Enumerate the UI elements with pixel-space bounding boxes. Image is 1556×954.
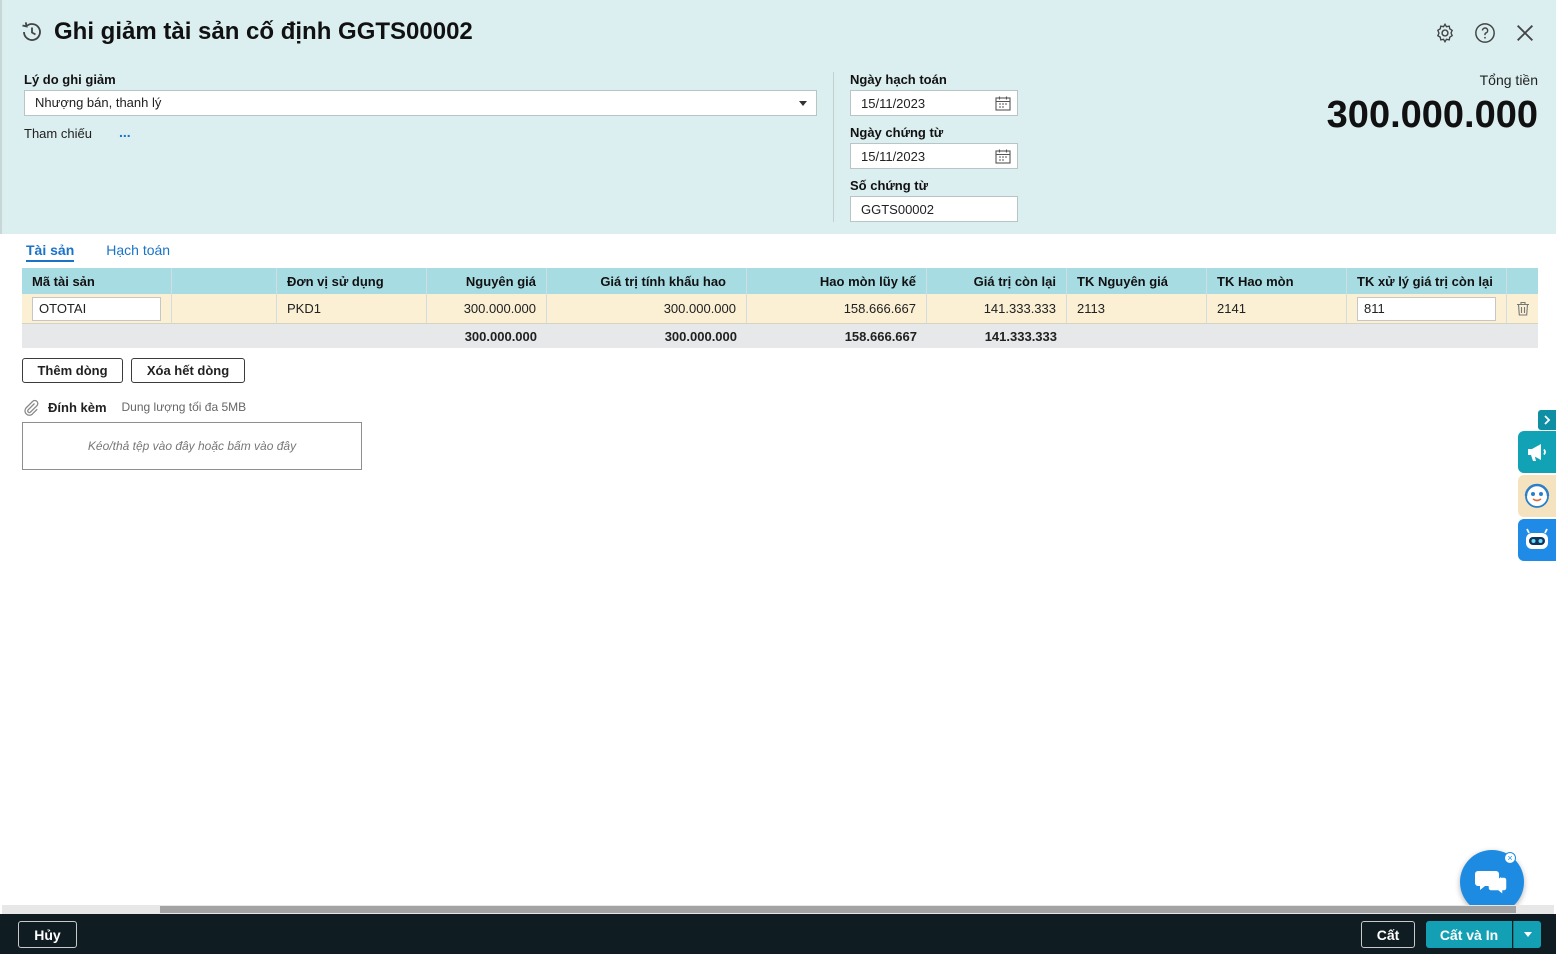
attachment-hint: Dung lượng tối đa 5MB bbox=[121, 400, 247, 414]
total-spacer bbox=[22, 324, 427, 348]
accumulated-depreciation-cell[interactable]: 158.666.667 bbox=[747, 294, 927, 323]
scrollbar-thumb[interactable] bbox=[160, 906, 1516, 913]
column-header[interactable]: TK Nguyên giá bbox=[1067, 268, 1207, 294]
column-header[interactable]: Giá trị tính khấu hao bbox=[547, 268, 747, 294]
chat-close-icon[interactable]: × bbox=[1504, 852, 1516, 864]
horizontal-scrollbar[interactable] bbox=[2, 905, 1554, 914]
total-original-cost: 300.000.000 bbox=[464, 328, 537, 344]
column-header[interactable]: Mã tài sản bbox=[22, 268, 172, 294]
total-label: Tổng tiền bbox=[1479, 72, 1538, 88]
tab-accounting[interactable]: Hạch toán bbox=[106, 242, 170, 262]
assistant-avatar-icon bbox=[1524, 483, 1550, 508]
depreciation-account-cell[interactable]: 2141 bbox=[1207, 294, 1347, 323]
attachment-label: Đính kèm bbox=[48, 399, 107, 415]
chevron-right-icon bbox=[1544, 415, 1551, 425]
megaphone-icon bbox=[1528, 444, 1546, 461]
grid-header-row: Mã tài sản Đơn vị sử dụng Nguyên giá Giá… bbox=[22, 268, 1538, 294]
voucher-no-field[interactable]: GGTS00002 bbox=[850, 196, 1018, 222]
depreciable-value-cell[interactable]: 300.000.000 bbox=[547, 294, 747, 323]
chevron-down-icon bbox=[1523, 932, 1532, 937]
title-row: Ghi giảm tài sản cố định GGTS00002 bbox=[20, 18, 473, 46]
posting-date-value: 15/11/2023 bbox=[861, 96, 926, 111]
voucher-date-field[interactable]: 15/11/2023 bbox=[850, 143, 1018, 169]
column-header[interactable] bbox=[172, 268, 277, 294]
trash-icon[interactable] bbox=[1516, 301, 1530, 316]
posting-date-field[interactable]: 15/11/2023 bbox=[850, 90, 1018, 116]
asset-code-cell: OTOTAI bbox=[22, 294, 172, 323]
remaining-account-cell: 811 bbox=[1347, 294, 1507, 323]
total-remaining-value: 141.333.333 bbox=[984, 328, 1057, 344]
gear-icon[interactable] bbox=[1434, 22, 1456, 44]
chevron-down-icon[interactable] bbox=[799, 101, 807, 106]
column-header[interactable]: Giá trị còn lại bbox=[927, 268, 1067, 294]
history-icon[interactable] bbox=[20, 20, 44, 44]
asset-grid: Mã tài sản Đơn vị sử dụng Nguyên giá Giá… bbox=[22, 268, 1538, 348]
remaining-account-input[interactable]: 811 bbox=[1357, 296, 1496, 321]
reason-value: Nhượng bán, thanh lý bbox=[35, 95, 162, 110]
reference-label: Tham chiếu bbox=[24, 126, 92, 141]
help-icon[interactable] bbox=[1474, 22, 1496, 44]
column-header[interactable]: TK xử lý giá trị còn lại bbox=[1347, 268, 1507, 294]
paperclip-icon bbox=[24, 399, 39, 416]
voucher-no-value: GGTS00002 bbox=[861, 202, 934, 217]
posting-date-label: Ngày hạch toán bbox=[850, 72, 947, 87]
chat-icon bbox=[1475, 871, 1508, 897]
save-options-button[interactable] bbox=[1513, 921, 1541, 948]
reference-more-link[interactable]: ... bbox=[119, 124, 131, 140]
attachment-dropzone[interactable]: Kéo/thả tệp vào đây hoặc bấm vào đây bbox=[22, 422, 362, 470]
cost-account-cell[interactable]: 2113 bbox=[1067, 294, 1207, 323]
form-header: Ghi giảm tài sản cố định GGTS00002 Lý do… bbox=[0, 0, 1556, 234]
calendar-icon[interactable] bbox=[995, 96, 1011, 111]
voucher-date-value: 15/11/2023 bbox=[861, 149, 926, 164]
table-row[interactable]: OTOTAI PKD1 300.000.000 300.000.000 158.… bbox=[22, 294, 1538, 324]
close-icon[interactable] bbox=[1514, 22, 1536, 44]
column-header[interactable]: Nguyên giá bbox=[427, 268, 547, 294]
grid-total-row: 300.000.000 300.000.000 158.666.667 141.… bbox=[22, 324, 1538, 348]
support-assistant-button[interactable] bbox=[1518, 475, 1556, 517]
column-header-actions bbox=[1507, 268, 1538, 294]
ai-bot-button[interactable] bbox=[1518, 519, 1556, 561]
total-accumulated-depreciation: 158.666.667 bbox=[844, 328, 917, 344]
voucher-no-label: Số chứng từ bbox=[850, 178, 929, 193]
reason-select[interactable]: Nhượng bán, thanh lý bbox=[24, 90, 817, 116]
footer-bar: Hủy Cất Cất và In bbox=[0, 914, 1556, 954]
tab-bar: Tài sản Hạch toán bbox=[26, 242, 170, 262]
vertical-divider bbox=[833, 72, 834, 222]
column-header[interactable]: TK Hao mòn bbox=[1207, 268, 1347, 294]
original-cost-cell[interactable]: 300.000.000 bbox=[427, 294, 547, 323]
column-header[interactable]: Hao mòn lũy kế bbox=[747, 268, 927, 294]
reason-label: Lý do ghi giảm bbox=[24, 72, 116, 87]
department-cell[interactable]: PKD1 bbox=[277, 294, 427, 323]
row-actions bbox=[1507, 294, 1538, 323]
clear-rows-button[interactable]: Xóa hết dòng bbox=[131, 358, 245, 383]
attachment-row: Đính kèm Dung lượng tối đa 5MB bbox=[22, 398, 246, 416]
add-row-button[interactable]: Thêm dòng bbox=[22, 358, 123, 383]
cancel-button[interactable]: Hủy bbox=[18, 921, 77, 948]
tab-assets[interactable]: Tài sản bbox=[26, 242, 75, 262]
voucher-date-label: Ngày chứng từ bbox=[850, 125, 944, 140]
announcement-button[interactable] bbox=[1518, 431, 1556, 473]
calendar-icon[interactable] bbox=[995, 149, 1011, 164]
save-button[interactable]: Cất bbox=[1361, 921, 1415, 948]
total-depreciable-value: 300.000.000 bbox=[664, 328, 737, 344]
column-header[interactable]: Đơn vị sử dụng bbox=[277, 268, 427, 294]
asset-name-cell[interactable] bbox=[172, 294, 277, 323]
asset-code-input[interactable]: OTOTAI bbox=[32, 296, 161, 321]
save-print-button[interactable]: Cất và In bbox=[1426, 921, 1512, 948]
remaining-value-cell[interactable]: 141.333.333 bbox=[927, 294, 1067, 323]
robot-icon bbox=[1526, 528, 1548, 549]
total-value: 300.000.000 bbox=[1326, 94, 1538, 136]
page-title: Ghi giảm tài sản cố định GGTS00002 bbox=[54, 18, 473, 45]
window-controls bbox=[1434, 22, 1536, 44]
side-panel-toggle[interactable] bbox=[1538, 410, 1556, 430]
